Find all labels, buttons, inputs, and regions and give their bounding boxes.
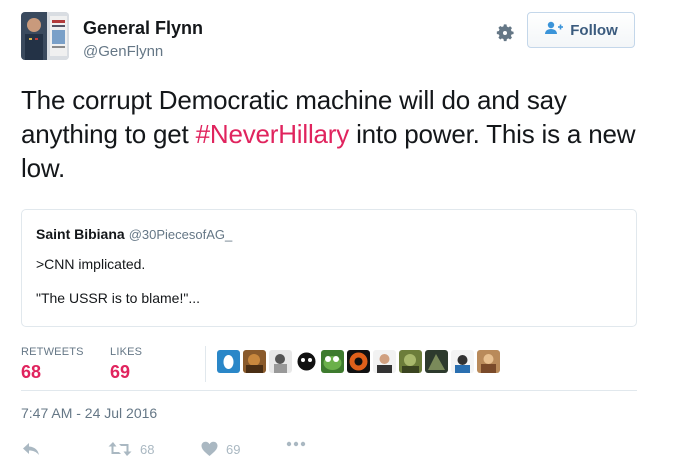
quoted-user-name: Saint Bibiana — [36, 226, 125, 242]
more-icon — [286, 441, 306, 447]
retweets-stat[interactable]: RETWEETS 68 — [21, 346, 84, 383]
retweet-icon — [108, 441, 132, 457]
retweet-button[interactable]: 68 — [108, 441, 154, 457]
liker-avatar[interactable] — [373, 350, 396, 373]
liker-avatar[interactable] — [321, 350, 344, 373]
follow-person-plus-icon — [544, 21, 564, 39]
quoted-text-line-1: >CNN implicated. — [36, 256, 146, 272]
likes-label: LIKES — [110, 346, 143, 358]
liker-avatar[interactable] — [451, 350, 474, 373]
retweet-count: 68 — [140, 441, 155, 457]
liker-avatar[interactable] — [269, 350, 292, 373]
settings-gear-icon[interactable] — [494, 22, 516, 44]
like-heart-icon — [201, 441, 218, 457]
quoted-tweet[interactable]: Saint Bibiana @30PiecesofAG_ >CNN implica… — [21, 209, 637, 327]
reply-button[interactable] — [22, 441, 40, 457]
follow-button[interactable]: Follow — [527, 12, 635, 48]
quoted-tweet-header: Saint Bibiana @30PiecesofAG_ — [36, 226, 622, 244]
likes-count: 69 — [110, 362, 131, 382]
display-name[interactable]: General Flynn — [83, 18, 203, 39]
retweets-count: 68 — [21, 362, 42, 382]
follow-label: Follow — [570, 21, 618, 39]
quoted-text-line-2: "The USSR is to blame!"... — [36, 290, 200, 306]
stats-divider — [21, 390, 637, 391]
liker-avatar[interactable] — [399, 350, 422, 373]
like-button[interactable]: 69 — [201, 441, 240, 457]
more-button[interactable] — [286, 441, 306, 447]
hashtag-link[interactable]: #NeverHillary — [196, 119, 350, 149]
liker-avatars — [217, 350, 500, 373]
retweets-label: RETWEETS — [21, 346, 84, 358]
like-count: 69 — [226, 441, 241, 457]
tweet-text: The corrupt Democratic machine will do a… — [21, 83, 651, 185]
tweet-timestamp[interactable]: 7:47 AM - 24 Jul 2016 — [21, 405, 157, 421]
liker-avatar[interactable] — [243, 350, 266, 373]
profile-avatar[interactable] — [21, 12, 69, 60]
liker-avatar[interactable] — [295, 350, 318, 373]
stats-separator — [205, 346, 206, 382]
liker-avatar[interactable] — [347, 350, 370, 373]
liker-avatar[interactable] — [217, 350, 240, 373]
likes-stat[interactable]: LIKES 69 — [110, 346, 142, 383]
quoted-user-handle: @30PiecesofAG_ — [128, 227, 233, 242]
liker-avatar[interactable] — [425, 350, 448, 373]
reply-icon — [22, 441, 40, 457]
liker-avatar[interactable] — [477, 350, 500, 373]
user-handle[interactable]: @GenFlynn — [83, 43, 163, 60]
